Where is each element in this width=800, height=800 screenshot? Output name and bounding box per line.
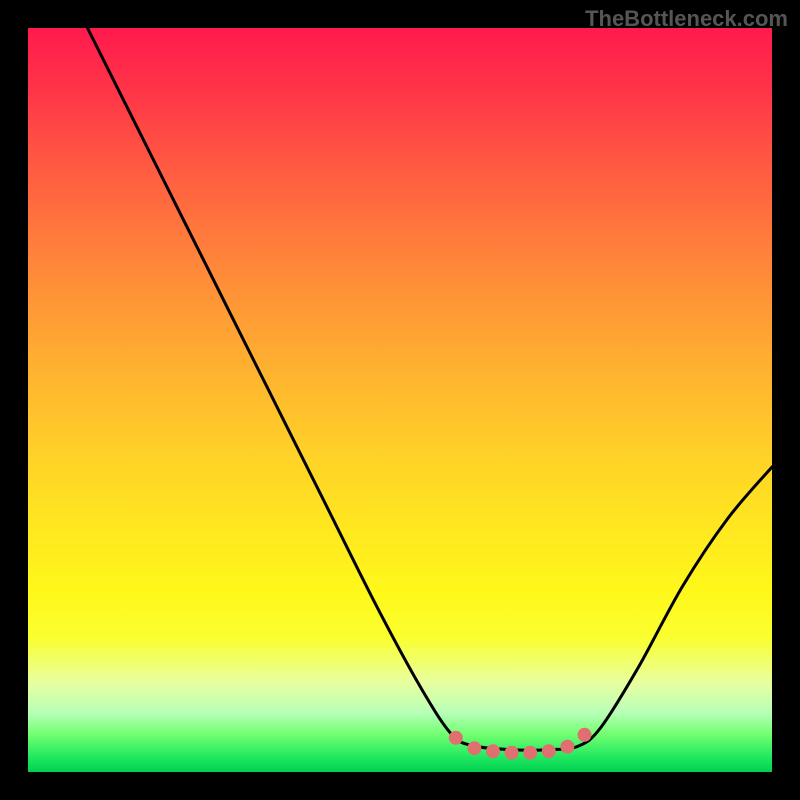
trough-marker-group xyxy=(449,728,592,760)
trough-marker-dot xyxy=(449,731,463,745)
chart-plot-area xyxy=(28,28,772,772)
bottleneck-curve-line xyxy=(88,28,773,750)
trough-marker-dot xyxy=(560,740,574,754)
chart-svg xyxy=(28,28,772,772)
trough-marker-dot xyxy=(578,728,592,742)
trough-marker-dot xyxy=(505,746,519,760)
watermark-text: TheBottleneck.com xyxy=(585,6,788,32)
trough-marker-dot xyxy=(467,741,481,755)
trough-marker-dot xyxy=(486,744,500,758)
trough-marker-dot xyxy=(542,744,556,758)
trough-marker-dot xyxy=(523,746,537,760)
